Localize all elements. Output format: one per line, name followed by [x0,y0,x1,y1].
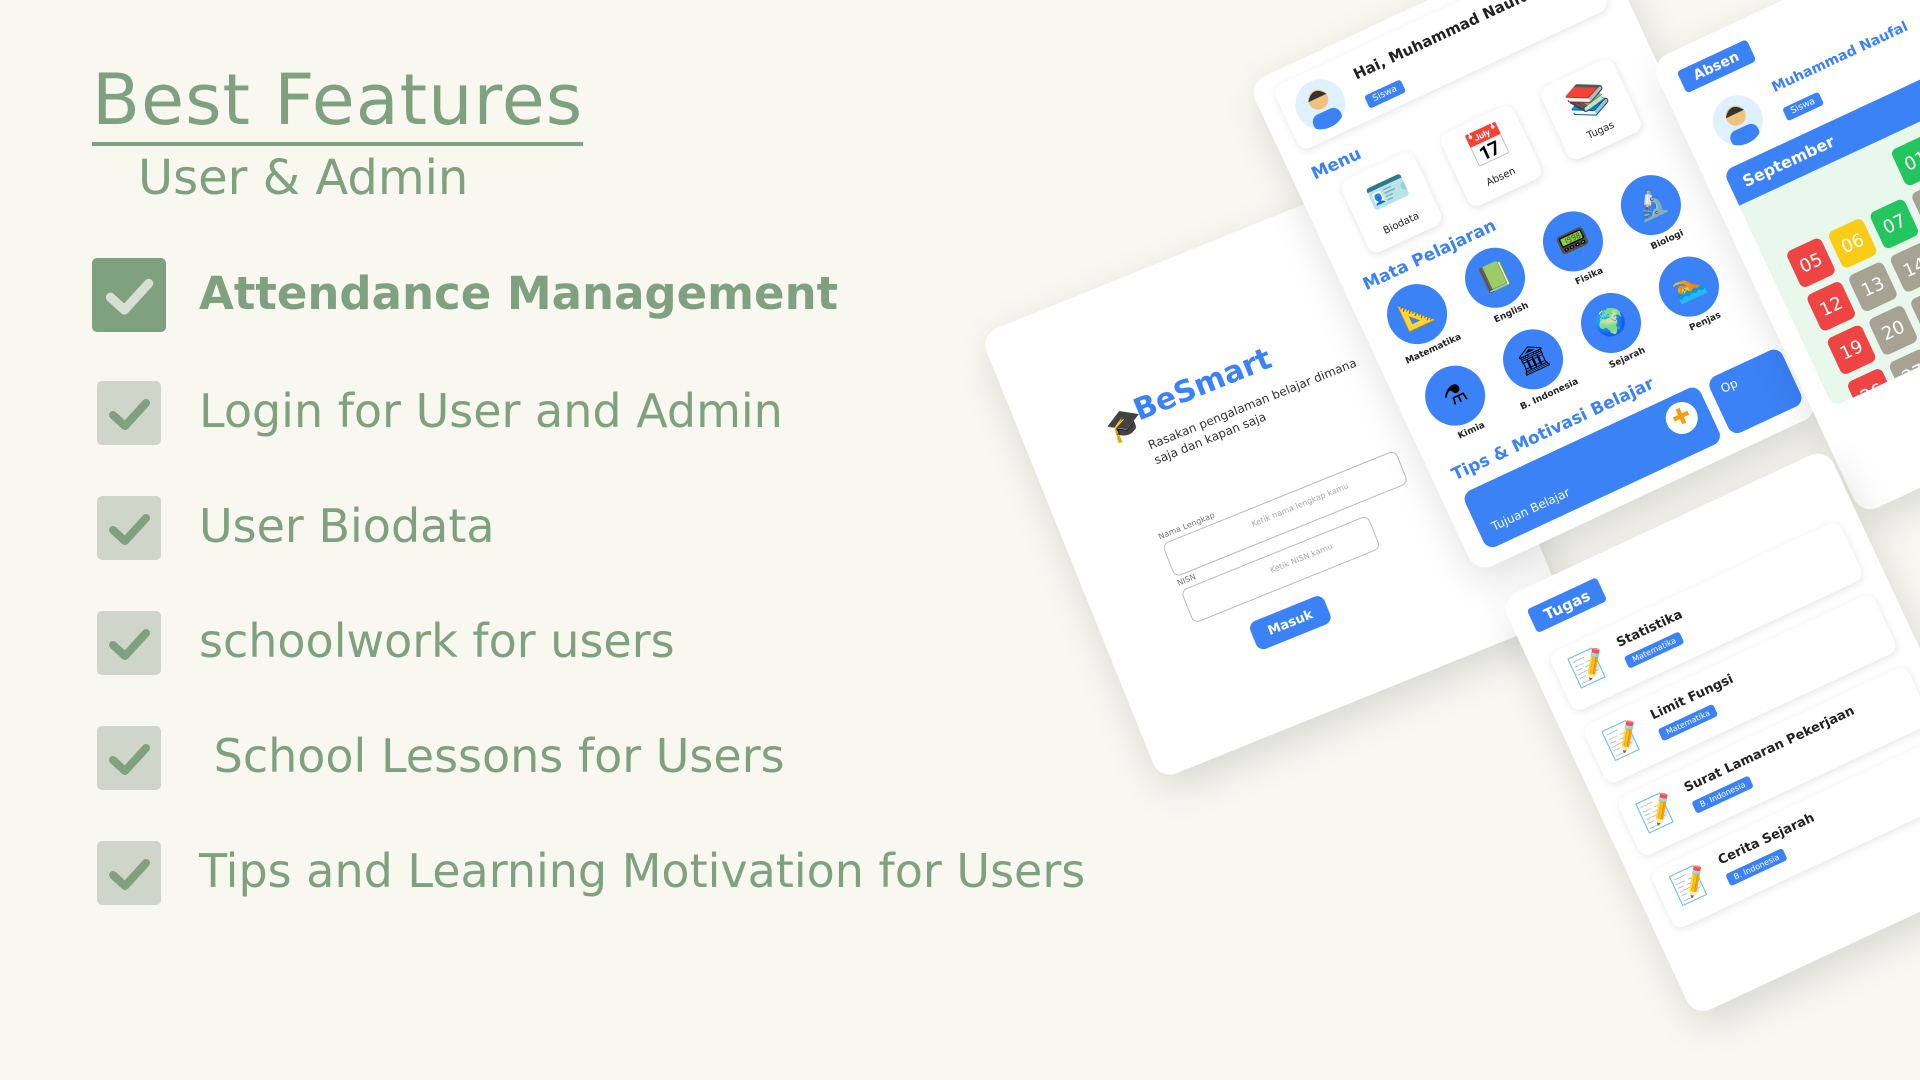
calendar-day[interactable]: 05 [1785,236,1837,289]
subject-b-indonesia[interactable]: 🏛 B. Indonesia [1491,319,1580,413]
feature-label: Tips and Learning Motivation for Users [199,844,1086,898]
feature-label: Login for User and Admin [199,384,783,438]
calendar-day[interactable]: 19 [1825,323,1878,376]
page-subheading: User & Admin [138,150,469,206]
feature-label: schoolwork for users [199,614,675,668]
menu-item-tugas[interactable]: 📚 Tugas [1537,56,1645,163]
calendar-day[interactable]: 27 [1887,347,1920,401]
subject-sejarah[interactable]: 🌍 Sejarah [1569,282,1658,376]
document-pencil-icon: 📝 [1599,716,1648,765]
subject-fisika[interactable]: 📟 Fisika [1531,201,1620,295]
document-pencil-icon: 📝 [1666,861,1716,910]
calendar-day[interactable]: 01 [1890,134,1920,188]
tugas-tab: Tugas [1526,577,1608,634]
calendar-day[interactable]: 13 [1847,260,1899,314]
checkbox-checked-icon [97,611,161,675]
document-pencil-icon: 📝 [1565,644,1615,692]
target-icon: ✚ [1660,396,1704,440]
feature-label: School Lessons for Users [199,729,785,783]
absen-tab: Absen [1676,39,1757,94]
checkbox-checked-icon [97,381,161,445]
page-headline: Best Features [92,58,584,146]
avatar [1704,87,1772,154]
checkbox-checked-icon [92,258,166,332]
name-input-placeholder: Ketik nama lengkap kamu [1250,481,1350,529]
feature-label: User Biodata [199,499,495,553]
calendar-day[interactable]: 06 [1826,217,1879,270]
books-icon: 📚 [1560,72,1616,127]
subject-penjas[interactable]: 🏊 Penjas [1647,246,1736,340]
feature-label: Attendance Management [199,267,839,320]
calendar-day[interactable]: 26 [1846,367,1898,408]
calendar-day[interactable]: 07 [1868,197,1920,251]
subject-kimia[interactable]: ⚗ Kimia [1413,355,1502,449]
subject-biologi[interactable]: 🔬 Biologi [1609,164,1698,258]
calendar-clock-icon: 📅 [1460,119,1516,174]
checkbox-checked-icon [97,841,161,905]
document-pencil-icon: 📝 [1633,789,1682,837]
id-card-icon: 🪪 [1360,165,1416,220]
calendar-day[interactable]: 12 [1805,280,1857,333]
checkbox-checked-icon [97,726,161,790]
calendar-day[interactable]: 20 [1867,304,1919,357]
nisn-input-placeholder: Ketik NISN kamu [1268,541,1334,576]
login-submit-button[interactable]: Masuk [1247,593,1334,652]
assignments-screen-mockup: Tugas 📝 Statistika Matematika 📝 Limit Fu… [1500,447,1920,1017]
subject-english[interactable]: 📗 English [1453,237,1542,331]
role-badge: Siswa [1363,79,1406,109]
menu-item-absen[interactable]: 📅 Absen [1438,102,1545,210]
role-badge: Siswa [1782,91,1825,122]
greeting-text: Hai, Muhammad Naufal [1350,0,1538,84]
checkbox-checked-icon [97,496,161,560]
avatar [1287,71,1354,138]
student-name: Muhammad Naufal [1769,18,1911,96]
subject-matematika[interactable]: 📐 Matematika [1375,273,1464,367]
